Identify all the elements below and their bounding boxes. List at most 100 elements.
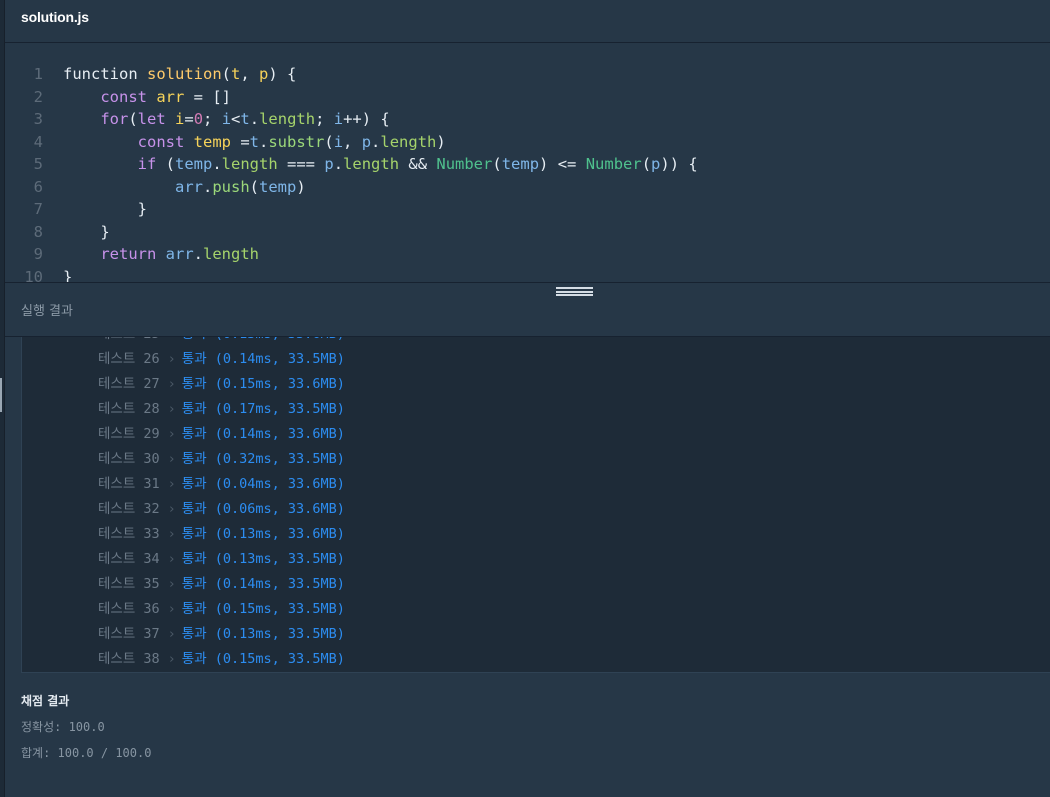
chevron-right-icon: › (167, 576, 176, 592)
test-label: 테스트 35 (98, 576, 160, 592)
code-token: && (399, 155, 437, 173)
test-result-row[interactable]: 테스트 37 › 통과 (0.13ms, 33.5MB) (98, 622, 345, 647)
code-text: const arr = [] (63, 86, 231, 108)
code-token: ( (156, 155, 175, 173)
code-token: Number (436, 155, 493, 173)
code-token: length (221, 155, 278, 173)
code-text: } (63, 221, 110, 243)
code-token: t (249, 132, 259, 151)
code-token: t (240, 110, 250, 128)
code-token: ( (128, 110, 138, 128)
test-status: 통과 (181, 626, 207, 642)
code-token: , (240, 65, 260, 83)
code-line[interactable]: 7 } (5, 198, 1050, 220)
chevron-right-icon: › (167, 426, 176, 442)
resize-handle-icon[interactable] (556, 287, 593, 296)
code-token: . (371, 132, 381, 151)
test-label: 테스트 33 (98, 526, 160, 542)
test-result-row[interactable]: 테스트 26 › 통과 (0.14ms, 33.5MB) (98, 347, 345, 372)
code-token: )) { (660, 155, 698, 173)
code-token: } (63, 222, 110, 241)
code-token: i (175, 110, 185, 128)
code-token: return (100, 245, 166, 263)
accuracy-score: 정확성: 100.0 (21, 720, 105, 734)
line-number: 10 (24, 267, 43, 283)
test-label: 테스트 36 (98, 601, 160, 617)
test-result-row[interactable]: 테스트 27 › 통과 (0.15ms, 33.6MB) (98, 372, 345, 397)
test-detail: (0.14ms, 33.5MB) (214, 576, 345, 592)
code-token: arr (165, 245, 194, 263)
code-token: p (259, 65, 269, 83)
code-line[interactable]: 2 const arr = [] (5, 86, 1050, 108)
chevron-right-icon: › (167, 551, 176, 567)
code-token: = (184, 110, 194, 128)
code-token: ++) { (343, 110, 390, 128)
code-token: i (221, 110, 232, 128)
code-token: } (63, 200, 147, 218)
code-editor[interactable]: 1 function solution(t, p) {2 const arr = … (5, 44, 1050, 282)
test-result-row[interactable]: 테스트 38 › 통과 (0.15ms, 33.5MB) (98, 647, 345, 672)
test-status: 통과 (181, 351, 207, 367)
test-result-row[interactable]: 테스트 35 › 통과 (0.14ms, 33.5MB) (98, 572, 345, 597)
test-result-row[interactable]: 테스트 36 › 통과 (0.15ms, 33.5MB) (98, 597, 345, 622)
test-detail: (0.13ms, 33.6MB) (215, 337, 345, 342)
test-label: 테스트 37 (98, 626, 160, 642)
file-tab-bar: solution.js (5, 0, 1050, 43)
code-token: ( (249, 177, 259, 196)
line-number: 6 (33, 177, 43, 196)
code-text: } (63, 198, 147, 220)
test-detail: (0.14ms, 33.6MB) (214, 426, 345, 442)
test-result-row[interactable]: 테스트 32 › 통과 (0.06ms, 33.6MB) (98, 497, 345, 522)
rail-marker (0, 378, 2, 412)
chevron-right-icon: › (167, 451, 176, 467)
code-token: ) { (268, 65, 297, 83)
code-token: arr (156, 87, 185, 106)
test-detail: (0.04ms, 33.6MB) (214, 476, 345, 492)
code-line[interactable]: 6 arr.push(temp) (5, 176, 1050, 198)
file-tab-solution[interactable]: solution.js (21, 9, 89, 25)
test-result-row[interactable]: 테스트 28 › 통과 (0.17ms, 33.5MB) (98, 397, 345, 422)
test-result-row[interactable]: 테스트 34 › 통과 (0.13ms, 33.5MB) (98, 547, 345, 572)
test-status: 통과 (181, 451, 207, 467)
code-line[interactable]: 4 const temp =t.substr(i, p.length) (5, 131, 1050, 153)
code-line[interactable]: 5 if (temp.length === p.length && Number… (5, 153, 1050, 175)
code-token: length (343, 155, 400, 173)
code-text: } (63, 266, 72, 283)
code-token: . (193, 245, 203, 263)
code-token: p (324, 155, 334, 173)
test-label: 테스트 26 (98, 351, 160, 367)
test-detail: (0.13ms, 33.5MB) (214, 626, 345, 642)
code-line[interactable]: 3 for(let i=0; i<t.length; i++) { (5, 108, 1050, 130)
test-result-row[interactable]: 테스트 33 › 통과 (0.13ms, 33.6MB) (98, 522, 345, 547)
chevron-right-icon: › (167, 376, 176, 392)
code-token: p (361, 132, 372, 151)
code-token: . (212, 155, 222, 173)
test-result-row[interactable]: 테스트 25 › 통과 (0.13ms, 33.6MB) (98, 337, 345, 347)
code-line[interactable]: 10} (5, 266, 1050, 283)
test-result-row[interactable]: 테스트 30 › 통과 (0.32ms, 33.5MB) (98, 447, 345, 472)
code-text: const temp =t.substr(i, p.length) (63, 131, 446, 153)
code-line[interactable]: 1 function solution(t, p) { (5, 63, 1050, 85)
code-token: ( (641, 155, 652, 173)
test-label: 테스트 27 (98, 376, 160, 392)
chevron-right-icon: › (167, 476, 176, 492)
line-number: 8 (33, 222, 43, 241)
code-token: ; (315, 110, 334, 128)
chevron-right-icon: › (167, 401, 176, 417)
test-detail: (0.13ms, 33.6MB) (214, 526, 345, 542)
line-number: 4 (33, 132, 43, 151)
results-list[interactable]: 테스트 25 › 통과 (0.13ms, 33.6MB) 테스트 26 › 통과 (0.1… (21, 337, 1050, 673)
test-status: 통과 (181, 501, 207, 517)
code-line[interactable]: 8 } (5, 221, 1050, 243)
code-line[interactable]: 9 return arr.length (5, 243, 1050, 265)
test-result-row[interactable]: 테스트 29 › 통과 (0.14ms, 33.6MB) (98, 422, 345, 447)
test-result-row[interactable]: 테스트 31 › 통과 (0.04ms, 33.6MB) (98, 472, 345, 497)
chevron-right-icon: › (167, 501, 176, 517)
ide-page: solution.js 1 function solution(t, p) {2 … (0, 0, 1050, 797)
code-token: solution (147, 65, 222, 83)
chevron-right-icon: › (167, 601, 176, 617)
scoring-title: 채점 결과 (21, 694, 70, 708)
